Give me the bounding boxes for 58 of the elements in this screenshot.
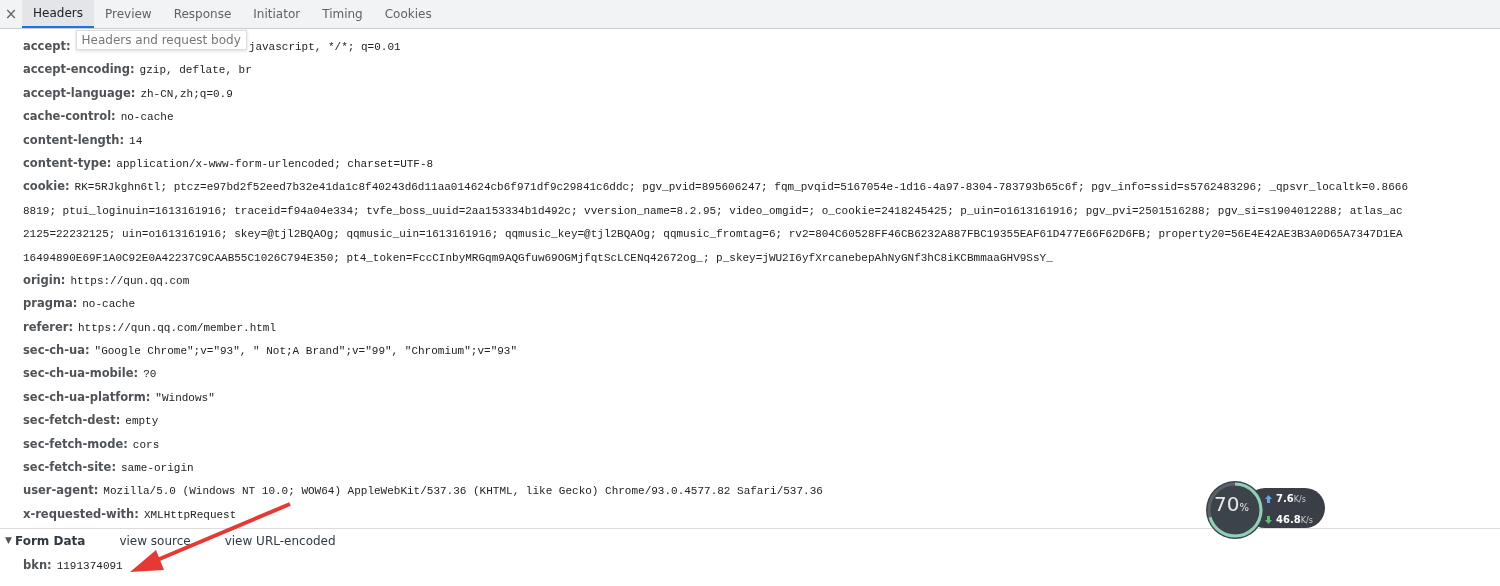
tab[interactable]: Headers bbox=[22, 0, 94, 28]
header-value: ?0 bbox=[143, 368, 157, 381]
header-value: no-cache bbox=[120, 111, 174, 124]
down-arrow-icon bbox=[1265, 516, 1272, 524]
header-value: https://qun.qq.com/member.html bbox=[78, 321, 277, 334]
form-field-name: bkn: bbox=[23, 558, 52, 573]
header-value: "Google Chrome";v="93", " Not;A Brand";v="99", "Chromium";v="93" bbox=[94, 345, 518, 358]
header-value: https://qun.qq.com bbox=[70, 274, 190, 287]
header-value: Mozilla/5.0 (Windows NT 10.0; WOW64) AppleWebKit/537.36 (KHTML, like Gecko) Chrome/93.0.4577.82 Safari/537.36 bbox=[103, 485, 823, 498]
header-name: accept-encoding: bbox=[23, 62, 135, 77]
section-title: Form Data bbox=[14, 533, 86, 551]
header-value: cors bbox=[132, 438, 160, 451]
header-name: sec-fetch-site: bbox=[23, 460, 116, 475]
header-value: javascript, */*; q=0.01 bbox=[248, 41, 401, 53]
header-value: no-cache bbox=[82, 298, 136, 311]
header-name: pragma: bbox=[23, 296, 78, 311]
header-value: 14 bbox=[129, 134, 143, 147]
header-value: zh-CN,zh;q=0.9 bbox=[140, 87, 233, 100]
header-name: content-length: bbox=[23, 132, 125, 147]
tab[interactable]: Timing bbox=[311, 0, 374, 28]
header-name: cookie: bbox=[23, 179, 70, 194]
header-name: accept-language: bbox=[23, 85, 136, 100]
header-value: application/x-www-form-urlencoded; charset=UTF-8 bbox=[116, 157, 434, 170]
header-value: gzip, deflate, br bbox=[139, 64, 252, 77]
header-value: 16494890E69F1A0C92E0A42237C9CAAB55C1026C794E350; pt4_token=FccCInbyMRGqm9AQGfuw69OGMjfqtScLCENq42672og_; p_skey=jWU2I6yfXrcanebepAhNyGNf3hC8iKCBmmaaGHV9SsY_ bbox=[23, 251, 1053, 264]
header-name: sec-ch-ua-platform: bbox=[23, 389, 151, 404]
link[interactable]: view source bbox=[119, 532, 191, 551]
header-name: sec-ch-ua-mobile: bbox=[23, 366, 139, 381]
tab[interactable]: Preview bbox=[93, 0, 163, 28]
header-name: content-type: bbox=[23, 155, 112, 170]
header-value: same-origin bbox=[121, 462, 194, 475]
form-field-value: 1191374091 bbox=[56, 560, 123, 573]
header-name: sec-fetch-mode: bbox=[23, 436, 128, 451]
up-arrow-icon bbox=[1265, 495, 1272, 503]
header-value: "Windows" bbox=[155, 391, 215, 404]
header-name: cache-control: bbox=[23, 109, 116, 124]
tab[interactable]: Initiator bbox=[242, 0, 312, 28]
header-value: 2125=22232125; uin=o1613161916; skey=@tjl2BQAOg; qqmusic_uin=1613161916; qqmusic_key=@tjl2BQAOg; qqmusic_fromtag=6; rv2=804C60528FF46CB6232A887FBC19355EAF61D477E66F62D6FB; property20=56E4E42AE3B3A0D65A7347D1EA bbox=[23, 228, 1403, 241]
download-speed: 46.8K/s bbox=[1265, 512, 1313, 527]
close-button[interactable]: × bbox=[0, 2, 22, 26]
upload-speed: 7.6K/s bbox=[1265, 491, 1306, 506]
header-name: accept: bbox=[23, 39, 71, 53]
header-name: user-agent: bbox=[23, 483, 99, 498]
usage-percent: 70% bbox=[1214, 494, 1249, 514]
header-name: origin: bbox=[23, 272, 66, 287]
caret-icon[interactable]: ▼ bbox=[5, 534, 12, 548]
header-name: referer: bbox=[23, 319, 73, 334]
header-value: RK=5RJkghn6tl; ptcz=e97bd2f52eed7b32e41da1c8f40243d6d11aa014624cb6f971df9c29841c6ddc; pgv_pvid=895606247; fqm_pvqid=5167054e-1d16-4a97-8304-783793b65c6f; pgv_info=ssid=s5762483296; _qpsvr_localtk=0.8666 bbox=[74, 181, 1409, 194]
header-name: sec-fetch-dest: bbox=[23, 413, 121, 428]
header-value: empty bbox=[125, 415, 159, 428]
tooltip: Headers and request body bbox=[75, 30, 247, 50]
link[interactable]: view URL-encoded bbox=[224, 532, 336, 551]
header-value: XMLHttpRequest bbox=[143, 508, 237, 521]
header-value: 8819; ptui_loginuin=1613161916; traceid=f94a04e334; tvfe_boss_uuid=2aa153334b1d492c; vversion_name=8.2.95; video_omgid=; o_cookie=2418245425; p_uin=o1613161916; pgv_pvi=2501516288; pgv_si=s1904012288; atlas_ac bbox=[23, 204, 1403, 217]
tab[interactable]: Response bbox=[162, 0, 243, 28]
header-name: x-requested-with: bbox=[23, 506, 139, 521]
tab[interactable]: Cookies bbox=[373, 0, 443, 28]
header-name: sec-ch-ua: bbox=[23, 343, 90, 358]
